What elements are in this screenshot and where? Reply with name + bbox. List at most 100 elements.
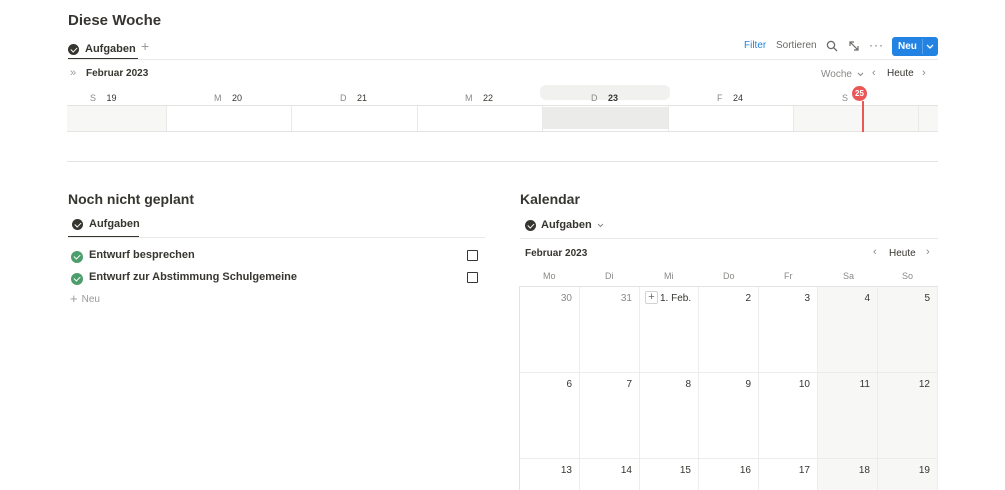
page-title: Diese Woche [68,12,162,29]
tab-label: Aufgaben [89,218,140,230]
column-divider [166,106,167,131]
today-cell-highlight [543,107,668,129]
calendar-day-cell-weekend[interactable]: 12 [878,373,938,459]
chevron-down-icon[interactable] [926,44,934,50]
add-item-label: Neu [81,293,100,305]
calendar-day-cell[interactable]: 13 [520,459,580,490]
calendar-day-cell[interactable]: 7 [580,373,640,459]
column-divider [417,106,418,131]
calendar-day-cell[interactable]: 9 [699,373,759,459]
weekday-do: Do [723,271,735,281]
filter-button[interactable]: Filter [744,40,766,51]
calendar-day-cell[interactable]: 15 [640,459,699,490]
calendar-today-button[interactable]: Heute [889,248,916,259]
calendar-day-cell-weekend[interactable]: 11 [818,373,878,459]
view-label: Aufgaben [541,219,592,231]
expand-icon[interactable] [848,40,860,52]
calendar-day-cell[interactable]: 17 [759,459,818,490]
item-title: Entwurf besprechen [89,249,195,261]
day-header-fri: F 24 [717,93,743,103]
add-item-button[interactable]: + Neu [70,291,100,306]
calendar-day-cell-weekend[interactable]: 4 [818,287,878,373]
done-status-icon [71,273,83,285]
prev-week-chevron-icon[interactable]: ‹ [872,67,876,79]
prev-month-chevron-icon[interactable]: ‹ [873,246,877,258]
day-header-thu: D 23 [591,93,618,103]
next-week-chevron-icon[interactable]: › [922,67,926,79]
add-view-plus-icon[interactable]: + [141,38,153,54]
plus-icon: + [70,291,78,306]
new-button-label: Neu [898,41,917,52]
today-line [862,101,864,132]
calendar-view-select[interactable]: Aufgaben [525,219,604,231]
calendar-month: Februar 2023 [525,248,588,259]
list-item[interactable]: Entwurf besprechen [70,248,480,266]
calendar-day-cell[interactable]: 3 [759,287,818,373]
tab-divider [68,59,938,60]
column-divider [668,106,669,131]
double-chevron-right-icon[interactable]: » [70,67,76,79]
calendar-day-cell[interactable]: 30 [520,287,580,373]
weekday-di: Di [605,271,614,281]
calendar-day-cell[interactable]: 2 [699,287,759,373]
chevron-down-icon [857,72,864,77]
day-header-mon: M 20 [214,93,242,103]
calendar-day-cell[interactable]: 6 [520,373,580,459]
day-header-sun: S 19 [90,93,117,103]
weekday-mo: Mo [543,271,556,281]
item-checkbox[interactable] [467,272,478,283]
column-divider [793,106,794,131]
weekend-shade [67,106,166,131]
section-title: Noch nicht geplant [68,191,194,207]
item-title: Entwurf zur Abstimmung Schulgemeine [89,271,297,283]
day-header-wed: M 22 [465,93,493,103]
calendar-day-cell-weekend[interactable]: 19 [878,459,938,490]
new-button[interactable]: Neu [892,37,938,56]
tab-aufgaben-unplanned[interactable]: Aufgaben [72,218,140,230]
column-divider [542,106,543,131]
tab-aufgaben[interactable]: Aufgaben [68,38,136,60]
sort-button[interactable]: Sortieren [776,40,817,51]
calendar-day-cell-weekend[interactable]: 5 [878,287,938,373]
checkmark-circle-icon [525,219,536,231]
timeline-bottom-border [67,131,938,132]
calendar-day-cell[interactable]: 8 [640,373,699,459]
item-checkbox[interactable] [467,250,478,261]
calendar-grid: 30 31 + 1. Feb. 2 3 4 5 6 7 8 9 10 11 12… [519,286,938,490]
chevron-down-icon [597,223,604,227]
weekday-fr: Fr [784,271,793,281]
column-divider [291,106,292,131]
section-divider [67,161,938,162]
next-month-chevron-icon[interactable]: › [926,246,930,258]
range-select[interactable]: Woche [821,69,864,80]
weekday-sa: Sa [843,271,855,281]
tab-label: Aufgaben [85,43,136,55]
checkmark-circle-icon [72,218,83,230]
timeline-row[interactable] [67,106,938,131]
range-select-label: Woche [821,69,852,80]
calendar-day-cell[interactable]: + 1. Feb. [640,287,699,373]
more-options-icon[interactable]: ··· [869,38,884,52]
weekend-shade [793,106,938,131]
calendar-day-cell[interactable]: 31 [580,287,640,373]
weekday-so: So [902,271,914,281]
calendar-day-cell[interactable]: 16 [699,459,759,490]
day-header-tue: D 21 [340,93,367,103]
search-icon[interactable] [826,40,838,52]
checkmark-circle-icon [68,43,79,55]
today-badge: 25 [852,86,867,101]
tab-divider [68,237,485,238]
calendar-divider [520,238,938,239]
list-item[interactable]: Entwurf zur Abstimmung Schulgemeine [70,270,480,288]
timeline-month: Februar 2023 [86,68,149,79]
weekday-mi: Mi [664,271,674,281]
button-divider [922,39,923,54]
calendar-title: Kalendar [520,191,580,207]
today-button[interactable]: Heute [887,68,914,79]
column-divider [918,106,919,131]
calendar-day-cell-weekend[interactable]: 18 [818,459,878,490]
day-header-sat: S [842,93,849,103]
calendar-day-cell[interactable]: 10 [759,373,818,459]
calendar-day-cell[interactable]: 14 [580,459,640,490]
add-event-plus-icon[interactable]: + [645,291,658,304]
